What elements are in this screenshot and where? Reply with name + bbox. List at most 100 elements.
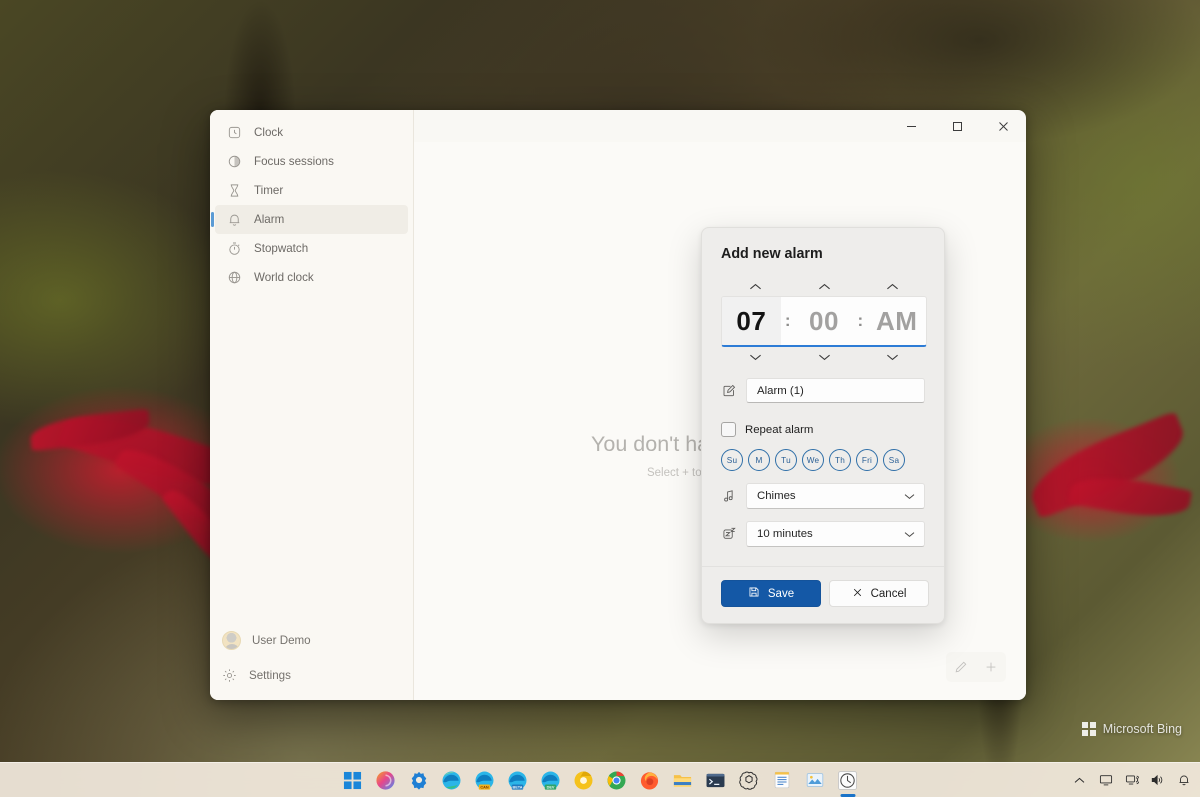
hour-increment-button[interactable] bbox=[721, 277, 790, 296]
close-x-icon bbox=[852, 587, 863, 601]
edit-alarm-button[interactable] bbox=[946, 652, 976, 682]
save-button-label: Save bbox=[768, 588, 794, 600]
sidebar-item-world-clock[interactable]: World clock bbox=[215, 263, 408, 292]
taskbar-settings-icon[interactable] bbox=[407, 769, 430, 792]
dialog-actions: Save Cancel bbox=[721, 567, 925, 607]
repeat-alarm-row[interactable]: Repeat alarm bbox=[721, 422, 925, 437]
sidebar-item-label: World clock bbox=[254, 271, 314, 284]
minute-decrement-button[interactable] bbox=[790, 347, 859, 366]
repeat-days-row: Su M Tu We Th Fri Sa bbox=[721, 449, 925, 471]
taskbar-paint-icon[interactable] bbox=[803, 769, 826, 792]
system-tray bbox=[1071, 770, 1192, 790]
day-button-saturday[interactable]: Sa bbox=[883, 449, 905, 471]
day-button-wednesday[interactable]: We bbox=[802, 449, 824, 471]
period-increment-button[interactable] bbox=[858, 277, 927, 296]
alarm-sound-row: Chimes bbox=[721, 483, 925, 509]
taskbar-copilot-icon[interactable] bbox=[374, 769, 397, 792]
sidebar-item-label: Stopwatch bbox=[254, 242, 308, 255]
floating-action-buttons bbox=[946, 652, 1006, 682]
taskbar-start-button[interactable] bbox=[341, 769, 364, 792]
day-button-friday[interactable]: Fri bbox=[856, 449, 878, 471]
main-content-area: You don't have any alarms. Select + to a… bbox=[414, 142, 1026, 700]
sidebar-item-label: Focus sessions bbox=[254, 155, 334, 168]
chevron-down-icon bbox=[904, 531, 915, 538]
svg-text:DEV: DEV bbox=[547, 785, 555, 789]
hour-decrement-button[interactable] bbox=[721, 347, 790, 366]
taskbar-chatgpt-icon[interactable] bbox=[737, 769, 760, 792]
windows-taskbar: CAN BETA DEV bbox=[0, 762, 1200, 797]
save-button[interactable]: Save bbox=[721, 580, 821, 607]
edit-pencil-icon bbox=[721, 384, 737, 398]
show-hidden-icons-button[interactable] bbox=[1071, 770, 1088, 790]
taskbar-clock-icon[interactable] bbox=[836, 769, 859, 792]
avatar bbox=[222, 631, 241, 650]
taskbar-file-explorer-icon[interactable] bbox=[671, 769, 694, 792]
day-button-tuesday[interactable]: Tu bbox=[775, 449, 797, 471]
sidebar-item-alarm[interactable]: Alarm bbox=[215, 205, 408, 234]
world-clock-icon bbox=[227, 270, 242, 285]
repeat-alarm-label: Repeat alarm bbox=[745, 424, 813, 436]
windows-logo-icon bbox=[1082, 722, 1096, 736]
minimize-button[interactable] bbox=[888, 110, 934, 142]
period-decrement-button[interactable] bbox=[858, 347, 927, 366]
alarm-sound-select[interactable]: Chimes bbox=[746, 483, 925, 509]
day-button-thursday[interactable]: Th bbox=[829, 449, 851, 471]
taskbar-edge-icon[interactable] bbox=[440, 769, 463, 792]
sidebar-item-stopwatch[interactable]: Stopwatch bbox=[215, 234, 408, 263]
time-picker: 07 : 00 : AM bbox=[721, 277, 927, 366]
maximize-button[interactable] bbox=[934, 110, 980, 142]
taskbar-edge-canary-icon[interactable]: CAN bbox=[473, 769, 496, 792]
sidebar-item-timer[interactable]: Timer bbox=[215, 176, 408, 205]
snooze-select[interactable]: 10 minutes bbox=[746, 521, 925, 547]
wallpaper-leaf bbox=[1022, 411, 1194, 519]
cancel-button-label: Cancel bbox=[871, 588, 907, 600]
sidebar-item-label: Timer bbox=[254, 184, 283, 197]
day-button-sunday[interactable]: Su bbox=[721, 449, 743, 471]
sidebar-item-label: Alarm bbox=[254, 213, 284, 226]
wallpaper-leaf bbox=[29, 409, 151, 451]
stopwatch-icon bbox=[227, 241, 242, 256]
settings-label: Settings bbox=[249, 669, 291, 682]
minute-field[interactable]: 00 bbox=[795, 297, 854, 345]
svg-text:CAN: CAN bbox=[480, 785, 488, 789]
repeat-alarm-checkbox[interactable] bbox=[721, 422, 736, 437]
close-button[interactable] bbox=[980, 110, 1026, 142]
sidebar-item-focus-sessions[interactable]: Focus sessions bbox=[215, 147, 408, 176]
taskbar-chrome-canary-icon[interactable] bbox=[572, 769, 595, 792]
period-field[interactable]: AM bbox=[867, 297, 926, 345]
taskbar-app-list: CAN BETA DEV bbox=[341, 769, 859, 792]
network-icon[interactable] bbox=[1123, 770, 1140, 790]
bing-watermark: Microsoft Bing bbox=[1082, 722, 1182, 736]
wallpaper-leaf bbox=[1068, 470, 1192, 524]
timer-icon bbox=[227, 183, 242, 198]
minute-increment-button[interactable] bbox=[790, 277, 859, 296]
focus-sessions-icon bbox=[227, 154, 242, 169]
snooze-row: 10 minutes bbox=[721, 521, 925, 547]
taskbar-edge-dev-icon[interactable]: DEV bbox=[539, 769, 562, 792]
sidebar-item-user[interactable]: User Demo bbox=[210, 623, 413, 657]
save-floppy-icon bbox=[748, 586, 760, 601]
clock-app-window: Clock Focus sessions Timer bbox=[210, 110, 1026, 700]
time-separator: : bbox=[853, 297, 867, 345]
sidebar-item-settings[interactable]: Settings bbox=[210, 659, 413, 691]
snooze-icon bbox=[721, 527, 737, 541]
taskbar-edge-beta-icon[interactable]: BETA bbox=[506, 769, 529, 792]
taskbar-terminal-icon[interactable] bbox=[704, 769, 727, 792]
notifications-bell-icon[interactable] bbox=[1175, 770, 1192, 790]
alarm-name-input[interactable]: Alarm (1) bbox=[746, 378, 925, 403]
hour-field[interactable]: 07 bbox=[722, 297, 781, 345]
alarm-name-row: Alarm (1) bbox=[721, 378, 925, 403]
time-picker-down-arrows bbox=[721, 347, 927, 366]
day-button-monday[interactable]: M bbox=[748, 449, 770, 471]
taskbar-chrome-icon[interactable] bbox=[605, 769, 628, 792]
add-alarm-button[interactable] bbox=[976, 652, 1006, 682]
time-picker-up-arrows bbox=[721, 277, 927, 296]
taskbar-firefox-icon[interactable] bbox=[638, 769, 661, 792]
input-indicator-icon[interactable] bbox=[1097, 770, 1114, 790]
cancel-button[interactable]: Cancel bbox=[829, 580, 929, 607]
gear-icon bbox=[222, 668, 237, 683]
chevron-down-icon bbox=[904, 493, 915, 500]
alarm-sound-value: Chimes bbox=[757, 490, 796, 502]
volume-icon[interactable] bbox=[1149, 770, 1166, 790]
taskbar-notepad-icon[interactable] bbox=[770, 769, 793, 792]
